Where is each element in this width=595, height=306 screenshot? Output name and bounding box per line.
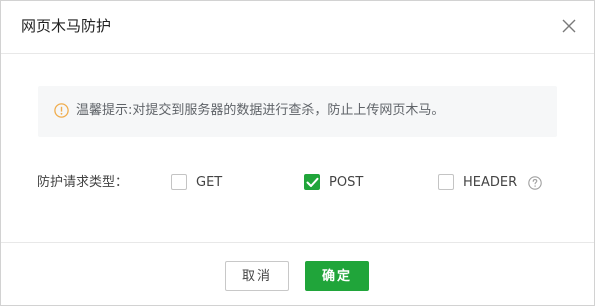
header-checkbox-option[interactable]: HEADER xyxy=(438,173,517,191)
confirm-button[interactable]: 确定 xyxy=(305,261,369,291)
tip-box: 温馨提示:对提交到服务器的数据进行查杀，防止上传网页木马。 xyxy=(38,86,557,137)
get-checkbox-option[interactable]: GET xyxy=(171,173,222,191)
post-checkbox-option[interactable]: POST xyxy=(304,173,363,191)
cancel-button[interactable]: 取消 xyxy=(225,261,289,291)
tip-text: 温馨提示:对提交到服务器的数据进行查杀，防止上传网页木马。 xyxy=(76,103,445,118)
close-icon[interactable] xyxy=(560,17,578,35)
header-checkbox-label: HEADER xyxy=(463,174,518,190)
question-circle-icon[interactable] xyxy=(528,175,542,190)
website-trojan-protection-dialog: 网页木马防护 温馨提示:对提交到服务器的数据进行查杀，防止上传网页木马。 防护请… xyxy=(0,0,595,306)
dialog-footer: 取消 确定 xyxy=(1,242,594,306)
dialog-title: 网页木马防护 xyxy=(21,17,112,35)
header-checkbox[interactable] xyxy=(438,174,454,190)
warning-circle-icon xyxy=(54,103,69,118)
protection-request-type-label: 防护请求类型： xyxy=(37,175,129,190)
post-checkbox[interactable] xyxy=(304,174,320,190)
post-checkbox-label: POST xyxy=(329,174,364,190)
get-checkbox-label: GET xyxy=(196,174,223,190)
checkmark-icon xyxy=(306,177,319,187)
get-checkbox[interactable] xyxy=(171,174,187,190)
dialog-header: 网页木马防护 xyxy=(1,1,594,54)
